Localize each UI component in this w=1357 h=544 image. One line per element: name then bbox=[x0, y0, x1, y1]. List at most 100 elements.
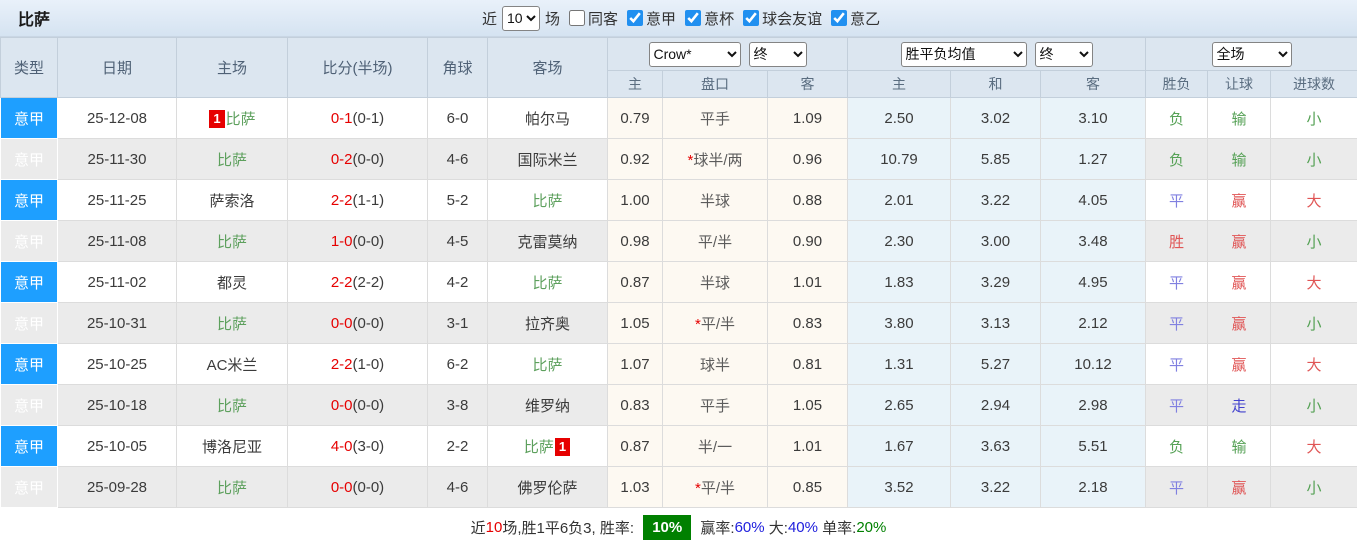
handicap-cell: 半球 bbox=[663, 180, 768, 221]
win-rate-badge: 10% bbox=[643, 515, 691, 540]
away-team-cell: 佛罗伦萨 bbox=[488, 467, 608, 508]
corner-cell: 4-5 bbox=[428, 221, 488, 262]
avg-draw-cell: 3.13 bbox=[951, 303, 1041, 344]
result-scope-select[interactable]: 全场 bbox=[1212, 42, 1292, 67]
filter-checkbox-input-0[interactable] bbox=[569, 10, 585, 26]
team-name: 比萨 bbox=[532, 193, 562, 210]
odds-home-cell: 1.03 bbox=[608, 467, 663, 508]
filter-checkbox-1[interactable]: 意甲 bbox=[618, 8, 676, 29]
odds-company-select[interactable]: Crow* bbox=[649, 42, 741, 67]
summary-segment: 单率: bbox=[818, 517, 856, 538]
away-team-cell: 比萨 bbox=[488, 180, 608, 221]
avg-home-cell: 2.01 bbox=[848, 180, 951, 221]
avg-time-select[interactable]: 终 bbox=[1035, 42, 1093, 67]
col-header-corner: 角球 bbox=[428, 38, 488, 98]
team-name: 比萨 bbox=[217, 480, 247, 497]
odds-group-header: Crow* 终 bbox=[608, 38, 848, 71]
home-team-cell: AC米兰 bbox=[177, 344, 288, 385]
col-header-away: 客场 bbox=[488, 38, 608, 98]
score-cell: 2-2(2-2) bbox=[288, 262, 428, 303]
date-cell: 25-12-08 bbox=[58, 98, 177, 139]
avg-draw-cell: 3.22 bbox=[951, 467, 1041, 508]
page-title: 比萨 bbox=[18, 6, 50, 30]
league-cell: 意甲 bbox=[1, 426, 58, 467]
avg-home-cell: 1.31 bbox=[848, 344, 951, 385]
table-row: 意甲25-11-30比萨0-2(0-0)4-6国际米兰0.92*球半/两0.96… bbox=[1, 139, 1357, 180]
team-name: 博洛尼亚 bbox=[202, 439, 262, 456]
score-cell: 4-0(3-0) bbox=[288, 426, 428, 467]
result-goals-cell: 小 bbox=[1271, 98, 1357, 139]
table-row: 意甲25-12-081比萨0-1(0-1)6-0帕尔马0.79平手1.092.5… bbox=[1, 98, 1357, 139]
team-name: 克雷莫纳 bbox=[517, 234, 577, 251]
odds-away-cell: 0.90 bbox=[768, 221, 848, 262]
odds-time-select[interactable]: 终 bbox=[749, 42, 807, 67]
team-name: 比萨 bbox=[532, 275, 562, 292]
team-name: 拉齐奥 bbox=[525, 316, 570, 333]
table-row: 意甲25-11-25萨索洛2-2(1-1)5-2比萨1.00半球0.882.01… bbox=[1, 180, 1357, 221]
odds-away-cell: 1.01 bbox=[768, 262, 848, 303]
result-wdl-cell: 平 bbox=[1146, 467, 1208, 508]
result-handicap-cell: 赢 bbox=[1208, 262, 1271, 303]
subcol-result-handicap: 让球 bbox=[1208, 71, 1271, 98]
recent-count-select[interactable]: 10 bbox=[502, 6, 540, 31]
filter-checkbox-input-4[interactable] bbox=[831, 10, 847, 26]
away-team-cell: 比萨 bbox=[488, 262, 608, 303]
summary-segment: 40% bbox=[788, 519, 818, 536]
avg-away-cell: 4.95 bbox=[1041, 262, 1146, 303]
filter-checkbox-input-3[interactable] bbox=[743, 10, 759, 26]
filter-checkbox-0[interactable]: 同客 bbox=[560, 8, 618, 29]
filter-checkbox-3[interactable]: 球会友谊 bbox=[734, 8, 822, 29]
corner-cell: 5-2 bbox=[428, 180, 488, 221]
avg-type-select[interactable]: 胜平负均值 bbox=[901, 42, 1027, 67]
home-team-cell: 比萨 bbox=[177, 467, 288, 508]
away-team-cell: 比萨1 bbox=[488, 426, 608, 467]
corner-cell: 4-2 bbox=[428, 262, 488, 303]
changed-marker: * bbox=[687, 152, 693, 169]
filter-checkbox-label: 意杯 bbox=[704, 8, 734, 29]
table-row: 意甲25-10-31比萨0-0(0-0)3-1拉齐奥1.05*平/半0.833.… bbox=[1, 303, 1357, 344]
odds-home-cell: 0.87 bbox=[608, 262, 663, 303]
avg-draw-cell: 3.02 bbox=[951, 98, 1041, 139]
score-cell: 0-2(0-0) bbox=[288, 139, 428, 180]
filter-checkbox-input-1[interactable] bbox=[627, 10, 643, 26]
summary-segment: 场,胜1平6负3, 胜率: bbox=[502, 517, 638, 538]
corner-cell: 3-8 bbox=[428, 385, 488, 426]
col-header-score: 比分(半场) bbox=[288, 38, 428, 98]
halftime-score: (2-2) bbox=[353, 274, 385, 291]
avg-away-cell: 4.05 bbox=[1041, 180, 1146, 221]
filter-checkbox-input-2[interactable] bbox=[685, 10, 701, 26]
avg-group-header: 胜平负均值 终 bbox=[848, 38, 1146, 71]
date-cell: 25-11-08 bbox=[58, 221, 177, 262]
league-cell: 意甲 bbox=[1, 180, 58, 221]
avg-away-cell: 2.18 bbox=[1041, 467, 1146, 508]
fulltime-score: 0-0 bbox=[331, 479, 353, 496]
league-cell: 意甲 bbox=[1, 303, 58, 344]
filter-checkbox-2[interactable]: 意杯 bbox=[676, 8, 734, 29]
changed-marker: * bbox=[695, 480, 701, 497]
result-goals-cell: 大 bbox=[1271, 426, 1357, 467]
score-cell: 0-0(0-0) bbox=[288, 385, 428, 426]
col-header-home: 主场 bbox=[177, 38, 288, 98]
corner-cell: 4-6 bbox=[428, 467, 488, 508]
team-name: 比萨 bbox=[217, 316, 247, 333]
home-team-cell: 都灵 bbox=[177, 262, 288, 303]
filter-checkbox-4[interactable]: 意乙 bbox=[822, 8, 880, 29]
summary-segment: 大: bbox=[765, 517, 788, 538]
match-history-panel: 比萨 近 10 场 同客意甲意杯球会友谊意乙 类型 日期 主场 比分(半场) 角… bbox=[0, 0, 1357, 544]
filter-checkbox-label: 球会友谊 bbox=[762, 8, 822, 29]
result-handicap-cell: 赢 bbox=[1208, 467, 1271, 508]
result-wdl-cell: 负 bbox=[1146, 98, 1208, 139]
result-handicap-cell: 赢 bbox=[1208, 180, 1271, 221]
odds-away-cell: 0.85 bbox=[768, 467, 848, 508]
home-team-cell: 萨索洛 bbox=[177, 180, 288, 221]
summary-segment: 10 bbox=[486, 519, 503, 536]
league-cell: 意甲 bbox=[1, 385, 58, 426]
rank-badge: 1 bbox=[209, 110, 224, 128]
avg-draw-cell: 2.94 bbox=[951, 385, 1041, 426]
corner-cell: 4-6 bbox=[428, 139, 488, 180]
table-row: 意甲25-11-02都灵2-2(2-2)4-2比萨0.87半球1.011.833… bbox=[1, 262, 1357, 303]
avg-away-cell: 5.51 bbox=[1041, 426, 1146, 467]
league-cell: 意甲 bbox=[1, 139, 58, 180]
filter-checkbox-label: 意甲 bbox=[646, 8, 676, 29]
avg-away-cell: 2.98 bbox=[1041, 385, 1146, 426]
